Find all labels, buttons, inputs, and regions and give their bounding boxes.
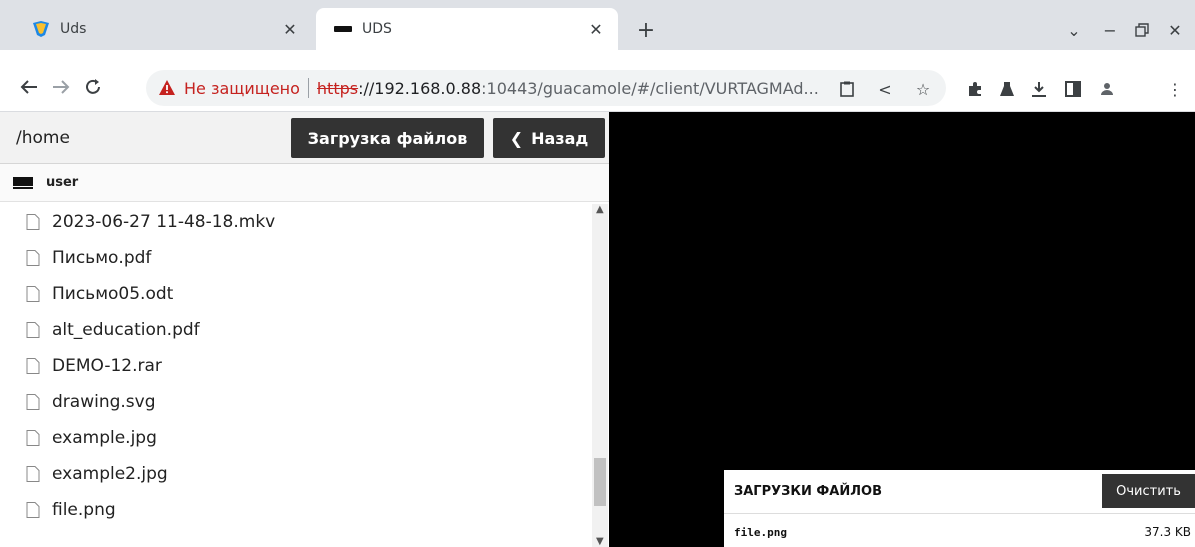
file-browser-panel: /home Загрузка файлов ❮ Назад user 2023-… (0, 112, 609, 547)
transfers-header: ЗАГРУЗКИ ФАЙЛОВ Очистить (724, 470, 1195, 514)
back-button-label: Назад (531, 128, 589, 148)
clear-transfers-button[interactable]: Очистить (1102, 474, 1195, 508)
side-panel-icon[interactable] (1062, 78, 1084, 100)
lab-flask-icon[interactable] (996, 78, 1018, 100)
transfer-item[interactable]: file.png 37.3 KB (724, 514, 1195, 547)
file-name: file.png (52, 500, 116, 520)
url-scheme: https (316, 78, 359, 98)
tab-uds-inactive[interactable]: Uds ✕ (14, 8, 312, 50)
scroll-up-arrow-icon[interactable]: ▲ (596, 204, 604, 215)
list-item[interactable]: alt_education.pdf (26, 312, 200, 348)
filesystem-selector[interactable]: user (0, 164, 609, 202)
security-label[interactable]: Не защищено (184, 79, 300, 98)
file-icon (26, 286, 40, 302)
scrollbar-thumb[interactable] (594, 458, 606, 506)
file-icon (26, 466, 40, 482)
guacamole-favicon-icon (334, 20, 352, 38)
filesystem-name: user (46, 175, 79, 190)
list-item[interactable]: 2023-06-27 11-48-18.mkv (26, 204, 275, 240)
tab-uds-active[interactable]: UDS ✕ (316, 8, 618, 50)
file-icon (26, 214, 40, 230)
profile-avatar-icon[interactable] (1096, 78, 1118, 100)
forward-arrow-icon[interactable] (48, 74, 74, 100)
scroll-down-arrow-icon[interactable]: ▼ (596, 536, 604, 547)
file-browser-header: /home Загрузка файлов ❮ Назад (0, 112, 609, 164)
new-tab-button[interactable]: + (634, 18, 658, 43)
transfer-file-size: 37.3 KB (1144, 525, 1191, 539)
tab-search-icon[interactable]: ⌄ (1062, 18, 1086, 42)
url-host: ://192.168.0.88 (358, 78, 482, 98)
file-icon (26, 358, 40, 374)
close-window-button[interactable]: ✕ (1163, 18, 1187, 42)
browser-toolbar: Не защищено https://192.168.0.88:10443/g… (0, 50, 1195, 112)
back-arrow-icon[interactable] (16, 74, 42, 100)
file-icon (26, 502, 40, 518)
list-item[interactable]: example.jpg (26, 420, 157, 456)
clipboard-icon[interactable] (836, 78, 858, 100)
extensions-icon[interactable] (964, 78, 986, 100)
file-name: drawing.svg (52, 392, 156, 412)
download-icon[interactable] (1028, 78, 1050, 100)
bookmark-star-icon[interactable]: ☆ (912, 78, 934, 100)
transfer-file-name: file.png (734, 526, 787, 539)
tab-title: Uds (60, 21, 87, 37)
file-name: DEMO-12.rar (52, 356, 162, 376)
minimize-button[interactable]: − (1098, 18, 1122, 42)
list-item[interactable]: file.png (26, 492, 116, 528)
file-name: alt_education.pdf (52, 320, 200, 340)
current-path: /home (16, 128, 70, 148)
file-name: example2.jpg (52, 464, 168, 484)
file-transfers-panel: ЗАГРУЗКИ ФАЙЛОВ Очистить file.png 37.3 K… (724, 470, 1195, 547)
transfers-title: ЗАГРУЗКИ ФАЙЛОВ (734, 484, 882, 499)
restore-button[interactable] (1130, 18, 1154, 42)
close-tab-icon[interactable]: ✕ (278, 17, 302, 41)
file-icon (26, 322, 40, 338)
drive-icon (12, 176, 34, 190)
file-list-scrollbar[interactable]: ▲ ▼ (592, 204, 608, 547)
list-item[interactable]: Письмо05.odt (26, 276, 173, 312)
file-icon (26, 430, 40, 446)
back-button[interactable]: ❮ Назад (493, 118, 605, 158)
file-list: 2023-06-27 11-48-18.mkv Письмо.pdf Письм… (0, 204, 590, 547)
warning-icon[interactable] (158, 79, 176, 97)
uds-logo-icon (32, 20, 50, 38)
file-icon (26, 394, 40, 410)
file-name: 2023-06-27 11-48-18.mkv (52, 212, 276, 232)
close-tab-icon[interactable]: ✕ (584, 17, 608, 41)
address-bar[interactable]: Не защищено https://192.168.0.88:10443/g… (146, 70, 946, 106)
file-name: example.jpg (52, 428, 157, 448)
tab-title: UDS (362, 21, 392, 37)
reload-icon[interactable] (80, 74, 106, 100)
list-item[interactable]: example2.jpg (26, 456, 168, 492)
list-item[interactable]: DEMO-12.rar (26, 348, 162, 384)
file-name: Письмо05.odt (52, 284, 174, 304)
chevron-left-icon: ❮ (509, 128, 524, 148)
upload-files-button[interactable]: Загрузка файлов (291, 118, 484, 158)
list-item[interactable]: Письмо.pdf (26, 240, 151, 276)
list-item[interactable]: drawing.svg (26, 384, 156, 420)
url-path: :10443/guacamole/#/client/VURTAGMAd... (481, 78, 819, 98)
menu-kebab-icon[interactable]: ⋮ (1164, 78, 1186, 100)
omnibox-separator (307, 78, 309, 98)
file-icon (26, 250, 40, 266)
share-icon[interactable]: < (874, 78, 896, 100)
file-name: Письмо.pdf (52, 248, 152, 268)
